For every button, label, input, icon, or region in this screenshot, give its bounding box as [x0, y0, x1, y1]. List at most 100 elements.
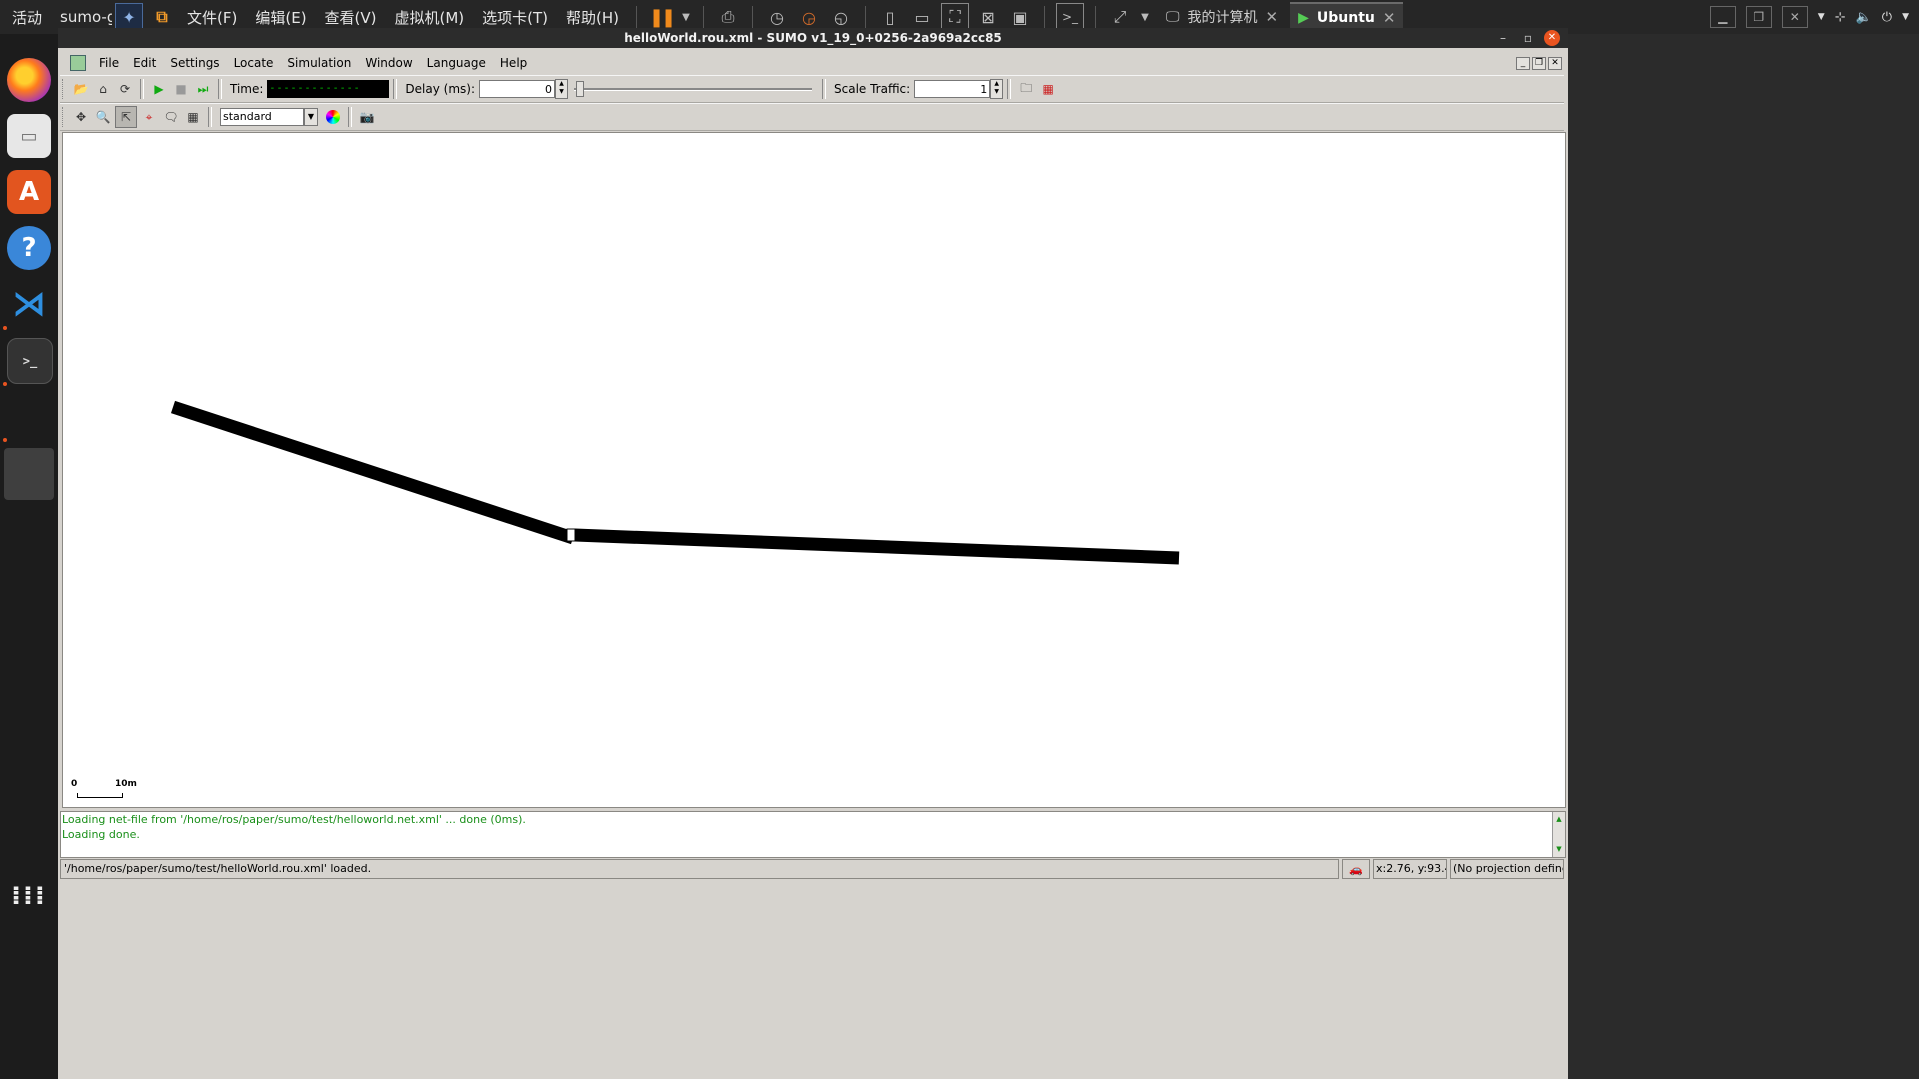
sidebar-toggle-icon[interactable]: ▯: [877, 4, 903, 30]
thumbnail-bar-icon[interactable]: ▭: [909, 4, 935, 30]
stop-icon[interactable]: ■: [171, 79, 191, 99]
scale-traffic-spinner[interactable]: ▲▼: [914, 79, 1004, 99]
activities-button[interactable]: 活动: [0, 7, 54, 28]
maximize-icon[interactable]: ▫: [1524, 28, 1532, 48]
menu-window[interactable]: Window: [358, 56, 419, 70]
tab-my-computer[interactable]: 🖵 我的计算机 ✕: [1158, 3, 1286, 31]
new-3d-view-icon[interactable]: ▦: [1038, 79, 1058, 99]
mdi-close-icon[interactable]: ✕: [1548, 56, 1562, 70]
minimize-icon[interactable]: ▁: [1709, 6, 1736, 28]
close-icon[interactable]: ✕: [1544, 30, 1560, 46]
dropdown-arrow-icon[interactable]: ▼: [1139, 4, 1151, 30]
locate-cursor-icon[interactable]: ⇱: [115, 106, 137, 128]
road-network[interactable]: [63, 133, 1565, 807]
close-tab-icon[interactable]: ✕: [1383, 9, 1396, 27]
menu-arrow-icon[interactable]: ▼: [1818, 12, 1825, 22]
view-scheme-select[interactable]: standard ▼: [220, 108, 318, 126]
pin-icon[interactable]: ✦: [115, 3, 144, 31]
vehicle-icon[interactable]: 🚗: [1342, 859, 1370, 879]
stretch-icon[interactable]: ⤢: [1107, 4, 1133, 30]
zoom-icon[interactable]: 🔍: [93, 107, 113, 127]
toggle-background-icon[interactable]: ▦: [183, 107, 203, 127]
tab-label: Ubuntu: [1316, 10, 1375, 26]
send-ctrl-alt-del-icon[interactable]: ⎙: [715, 4, 741, 30]
vm-menu-help[interactable]: 帮助(H): [557, 7, 628, 28]
delay-slider[interactable]: [574, 80, 812, 98]
mdi-minimize-icon[interactable]: _: [1516, 56, 1530, 70]
vscode-icon[interactable]: ⋊: [7, 282, 51, 326]
vm-menu-edit[interactable]: 编辑(E): [246, 7, 315, 28]
vm-menu-tabs[interactable]: 选项卡(T): [473, 7, 557, 28]
edge-2[interactable]: [574, 528, 1180, 565]
mdi-controls: _ ❐ ✕: [1516, 56, 1562, 70]
step-icon[interactable]: ⏭: [193, 79, 213, 99]
help-icon[interactable]: ?: [7, 226, 51, 270]
restore-icon[interactable]: ❐: [1745, 6, 1772, 28]
unity-icon[interactable]: ⊠: [975, 4, 1001, 30]
open-network-icon[interactable]: ⌂: [93, 79, 113, 99]
delay-spinner[interactable]: ▲▼: [479, 79, 568, 99]
slider-knob[interactable]: [576, 81, 584, 97]
message-log[interactable]: Loading net-file from '/home/ros/paper/s…: [60, 811, 1566, 858]
spinner-arrows[interactable]: ▲ ▼: [990, 79, 1004, 99]
active-app-name[interactable]: sumo-gui: [54, 8, 112, 26]
snapshot-icon[interactable]: ◷: [764, 4, 790, 30]
sumo-app-icon[interactable]: [4, 448, 54, 500]
edge-1[interactable]: [170, 400, 576, 545]
vm-menu-file[interactable]: 文件(F): [178, 7, 246, 28]
show-tooltips-icon[interactable]: 🗨: [161, 107, 181, 127]
show-apps-icon[interactable]: ⁞⁞⁞: [7, 874, 51, 918]
pause-icon[interactable]: ❚❚: [648, 4, 676, 30]
power-icon[interactable]: ⏻: [1882, 10, 1892, 25]
simulation-toolbar: 📂 ⌂ ⟳ ▶ ■ ⏭ Time: ------------- Delay (m…: [60, 75, 1564, 103]
software-store-icon[interactable]: A: [7, 170, 51, 214]
files-icon[interactable]: ▭: [7, 114, 51, 158]
close-tab-icon[interactable]: ✕: [1266, 8, 1279, 26]
spinner-arrows[interactable]: ▲ ▼: [555, 79, 568, 99]
sumo-app-icon: [70, 55, 86, 71]
minimize-icon[interactable]: –: [1500, 28, 1506, 48]
network-icon[interactable]: ⊹: [1835, 10, 1846, 25]
dropdown-arrow-icon[interactable]: ▼: [680, 4, 692, 30]
console-view-icon[interactable]: ▣: [1007, 4, 1033, 30]
vm-menu-view[interactable]: 查看(V): [316, 7, 386, 28]
firefox-icon[interactable]: [7, 58, 51, 102]
menu-edit[interactable]: Edit: [126, 56, 163, 70]
log-scrollbar[interactable]: ▲ ▼: [1552, 812, 1565, 857]
sumo-gui-window: File Edit Settings Locate Simulation Win…: [58, 48, 1568, 1079]
vmware-logo-icon: ⧉: [156, 7, 168, 26]
volume-icon[interactable]: 🔈: [1856, 10, 1872, 25]
scale-traffic-input[interactable]: [914, 80, 991, 98]
reload-icon[interactable]: ⟳: [115, 79, 135, 99]
window-title-bar[interactable]: helloWorld.rou.xml - SUMO v1_19_0+0256-2…: [58, 28, 1568, 48]
network-view-canvas[interactable]: 0 10m: [62, 132, 1566, 808]
edit-coloring-icon[interactable]: [323, 107, 343, 127]
chevron-down-icon[interactable]: ▼: [304, 108, 318, 126]
toolbar-grip[interactable]: [62, 107, 66, 127]
terminal-icon[interactable]: >_: [7, 338, 53, 384]
junction[interactable]: [566, 528, 576, 542]
recenter-view-icon[interactable]: ✥: [71, 107, 91, 127]
close-icon[interactable]: ✕: [1781, 6, 1808, 28]
menu-file[interactable]: File: [92, 56, 126, 70]
menu-arrow-icon[interactable]: ▼: [1902, 12, 1909, 22]
toolbar-grip[interactable]: [62, 79, 66, 99]
run-icon[interactable]: ▶: [149, 79, 169, 99]
menu-locate[interactable]: Locate: [227, 56, 281, 70]
menu-settings[interactable]: Settings: [163, 56, 226, 70]
screenshot-icon[interactable]: 📷: [357, 107, 377, 127]
open-file-icon[interactable]: 📂: [71, 79, 91, 99]
delay-input[interactable]: [479, 80, 555, 98]
vm-menu-vm[interactable]: 虚拟机(M): [386, 7, 474, 28]
menu-help[interactable]: Help: [493, 56, 534, 70]
locate-junction-icon[interactable]: ⌖: [139, 107, 159, 127]
menu-simulation[interactable]: Simulation: [280, 56, 358, 70]
fullscreen-icon[interactable]: ⛶: [941, 3, 970, 31]
mdi-restore-icon[interactable]: ❐: [1532, 56, 1546, 70]
revert-snapshot-icon[interactable]: ◶: [796, 4, 822, 30]
menu-language[interactable]: Language: [420, 56, 493, 70]
projection-info: (No projection defined): [1450, 859, 1564, 879]
terminal-icon[interactable]: >_: [1056, 3, 1085, 31]
snapshot-manager-icon[interactable]: ◵: [828, 4, 854, 30]
new-view-icon[interactable]: 🗀: [1016, 79, 1036, 99]
